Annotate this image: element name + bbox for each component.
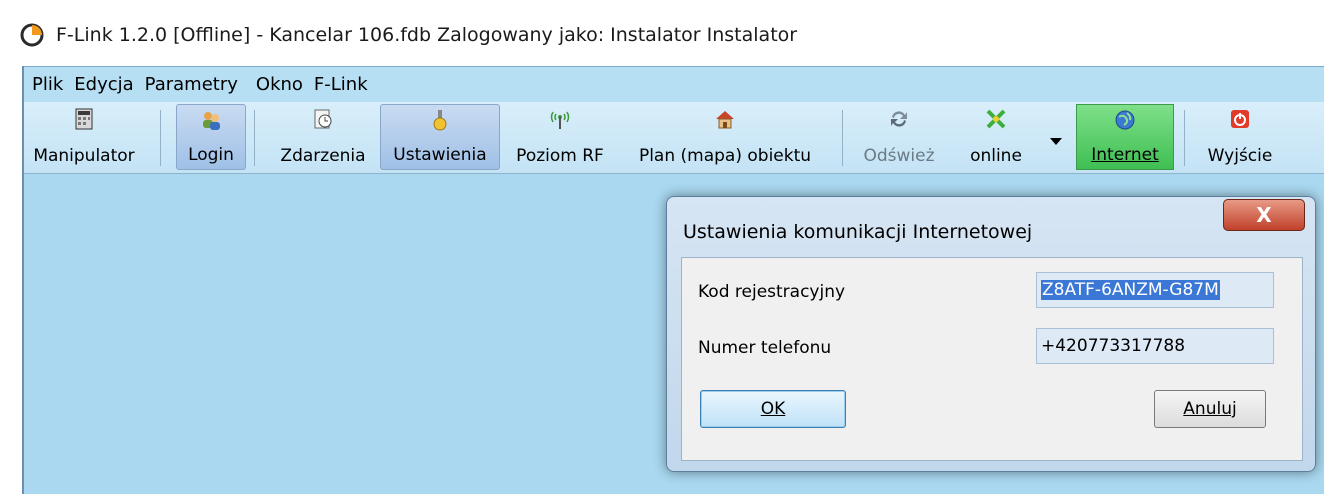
- cancel-button[interactable]: Anuluj: [1154, 390, 1266, 428]
- dialog-title: Ustawienia komunikacji Internetowej: [683, 221, 1033, 243]
- menu-parametry[interactable]: Parametry: [145, 74, 238, 95]
- house-icon: [716, 111, 734, 129]
- kod-rejestracyjny-input[interactable]: Z8ATF-6ANZM-G87M: [1036, 272, 1274, 308]
- app-logo-icon: [20, 23, 44, 47]
- manipulator-button[interactable]: Manipulator: [28, 104, 140, 170]
- disconnect-icon: [986, 109, 1006, 129]
- poziom-rf-label: Poziom RF: [516, 146, 604, 166]
- internet-button[interactable]: Internet: [1076, 104, 1174, 170]
- wyjscie-button[interactable]: Wyjście: [1194, 104, 1286, 170]
- numer-telefonu-label: Numer telefonu: [698, 338, 832, 358]
- menu-plik[interactable]: Plik: [32, 74, 63, 95]
- manipulator-label: Manipulator: [33, 146, 135, 166]
- chevron-down-icon: [1050, 138, 1062, 145]
- title-bar: F-Link 1.2.0 [Offline] - Kancelar 106.fd…: [0, 10, 1324, 60]
- login-button[interactable]: Login: [176, 104, 246, 170]
- menu-okno[interactable]: Okno: [256, 74, 303, 95]
- internet-settings-dialog: Ustawienia komunikacji Internetowej X Ko…: [666, 196, 1316, 472]
- refresh-icon: [891, 111, 907, 127]
- kod-rejestracyjny-value: Z8ATF-6ANZM-G87M: [1041, 280, 1220, 300]
- keypad-icon: [75, 108, 93, 130]
- dialog-body: Kod rejestracyjny Z8ATF-6ANZM-G87M Numer…: [681, 257, 1303, 461]
- ustawienia-button[interactable]: Ustawienia: [380, 104, 500, 170]
- plan-label: Plan (mapa) obiektu: [638, 146, 812, 166]
- toolbar-separator: [254, 110, 255, 166]
- ustawienia-label: Ustawienia: [393, 145, 487, 165]
- online-button[interactable]: online: [954, 104, 1038, 170]
- ok-label: OK: [760, 399, 786, 419]
- plan-button[interactable]: Plan (mapa) obiektu: [620, 104, 830, 170]
- internet-label: Internet: [1091, 145, 1159, 165]
- settings-icon: [433, 110, 447, 131]
- menu-bar: Plik Edycja Parametry Okno F-Link: [24, 66, 1324, 102]
- menu-flink[interactable]: F-Link: [314, 74, 368, 95]
- zdarzenia-button[interactable]: Zdarzenia: [268, 104, 378, 170]
- window-title: F-Link 1.2.0 [Offline] - Kancelar 106.fd…: [56, 24, 798, 46]
- menu-edycja[interactable]: Edycja: [74, 74, 133, 95]
- close-button[interactable]: X: [1223, 199, 1305, 231]
- online-dropdown[interactable]: [1044, 104, 1068, 170]
- users-icon: [203, 112, 220, 130]
- toolbar: Manipulator Login Zdarzenia Ustawienia P…: [24, 102, 1324, 174]
- toolbar-separator: [160, 110, 161, 166]
- toolbar-separator: [842, 110, 843, 166]
- ok-button[interactable]: OK: [700, 390, 846, 428]
- zdarzenia-label: Zdarzenia: [280, 146, 366, 166]
- cancel-label: Anuluj: [1183, 399, 1237, 419]
- login-label: Login: [188, 145, 234, 165]
- kod-rejestracyjny-label: Kod rejestracyjny: [698, 282, 846, 302]
- toolbar-separator: [1184, 110, 1185, 166]
- wyjscie-label: Wyjście: [1207, 146, 1273, 166]
- odswiez-button[interactable]: Odśwież: [852, 104, 946, 170]
- online-label: online: [970, 146, 1022, 166]
- poziom-rf-button[interactable]: Poziom RF: [504, 104, 616, 170]
- numer-telefonu-value: +420773317788: [1041, 336, 1186, 356]
- numer-telefonu-input[interactable]: +420773317788: [1036, 328, 1274, 364]
- globe-icon: [1115, 110, 1135, 130]
- antenna-icon: [550, 111, 570, 129]
- clock-page-icon: [314, 109, 332, 129]
- power-icon: [1231, 110, 1249, 128]
- odswiez-label: Odśwież: [863, 146, 935, 166]
